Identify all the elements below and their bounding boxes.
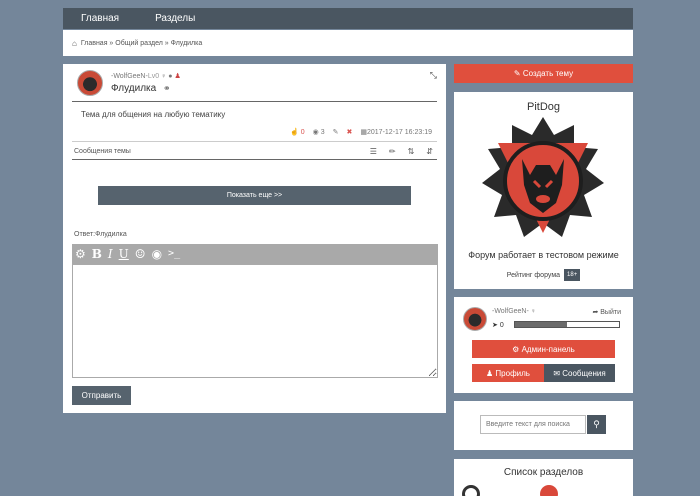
- create-topic-button[interactable]: ✎ Создать тему: [454, 64, 633, 83]
- user-stat: ➤ 0: [492, 321, 504, 329]
- divider: [72, 141, 437, 142]
- experience-bar-fill: [515, 322, 567, 327]
- list-icon[interactable]: ☰: [370, 147, 377, 156]
- messages-button[interactable]: ✉ Сообщения: [544, 364, 615, 382]
- profile-label: Профиль: [495, 368, 530, 378]
- settings-icon[interactable]: ⚙: [75, 248, 86, 260]
- expand-icon[interactable]: ⤡: [430, 70, 437, 81]
- like-count: 0: [300, 129, 305, 136]
- edit-icon[interactable]: ✎: [333, 128, 339, 136]
- forum-rating: Рейтинг форума 18+: [454, 269, 633, 281]
- like-counter[interactable]: ☝ 0: [290, 128, 305, 136]
- user-panel: -WolfGeeN- ♀ ➦ Выйти ➤ 0 ⚙ Админ-панель …: [454, 297, 633, 393]
- user-stat-value: 0: [499, 322, 504, 329]
- experience-bar: [514, 321, 620, 328]
- lock-icon: ●: [168, 73, 173, 80]
- pencil-icon[interactable]: ✏: [389, 147, 396, 156]
- edit-icon: ✎: [513, 69, 523, 78]
- reply-label: Ответ:Флудилка: [74, 231, 127, 238]
- search-icon: ⚲: [593, 419, 600, 429]
- create-topic-label: Создать тему: [522, 69, 574, 78]
- sort-asc-icon[interactable]: ⇅: [408, 147, 415, 156]
- eye-icon: ◉: [312, 129, 319, 136]
- pitdog-logo: [482, 117, 604, 237]
- pitdog-section-icon[interactable]: [540, 485, 558, 496]
- search-panel: ⚲: [454, 401, 633, 450]
- envelope-icon: ✉: [553, 368, 563, 378]
- gender-icon: ♀: [530, 308, 537, 315]
- delete-icon[interactable]: ✖: [347, 128, 353, 136]
- divider: [72, 159, 437, 160]
- user-name[interactable]: -WolfGeeN-: [492, 308, 529, 315]
- nav-home[interactable]: Главная: [81, 13, 119, 24]
- admin-panel-label: Админ-панель: [521, 344, 575, 354]
- camera-icon[interactable]: ◉: [152, 248, 162, 260]
- view-counter: ◉ 3: [313, 128, 325, 136]
- post-date: ▦2017-12-17 16:23:19: [360, 128, 432, 136]
- home-icon[interactable]: ⌂: [72, 39, 77, 48]
- like-icon: ☝: [290, 129, 299, 136]
- show-more-button[interactable]: Показать еще >>: [98, 186, 411, 205]
- date-text: 2017-12-17 16:23:19: [367, 129, 432, 136]
- messages-tools: ☰ ✏ ⇅ ⇵: [370, 147, 437, 156]
- user-section-icon[interactable]: [462, 485, 480, 496]
- author-avatar[interactable]: [77, 70, 103, 96]
- sort-desc-icon[interactable]: ⇵: [426, 147, 433, 156]
- logout-label: Выйти: [600, 309, 621, 316]
- sections-panel: Список разделов: [454, 459, 633, 496]
- smile-icon[interactable]: ☺: [135, 248, 146, 260]
- editor-toolbar: ⚙ B I U ☺ ◉ >_: [72, 244, 438, 264]
- breadcrumb-text[interactable]: Главная » Общий раздел » Флудилка: [81, 40, 202, 47]
- topic-panel: -WolfGeeN-Lv0 ♀ ● ♟ Флудилка ⚭ ⤡ Тема дл…: [63, 64, 446, 413]
- post-header: -WolfGeeN-Lv0 ♀ ● ♟ Флудилка ⚭ ⤡: [77, 70, 437, 102]
- brand-panel: PitDog Форум работает в тестовом режиме …: [454, 92, 633, 289]
- top-navigation: Главная Разделы: [63, 8, 633, 29]
- messages-label: Сообщения: [562, 368, 606, 378]
- gear-icon: ⚙: [512, 344, 522, 354]
- user-icon: ♟: [174, 73, 181, 80]
- search-button[interactable]: ⚲: [587, 415, 606, 434]
- rocket-icon: ➤: [492, 322, 500, 329]
- italic-icon[interactable]: I: [108, 248, 113, 260]
- gender-icon: ♀: [161, 73, 167, 80]
- sections-title: Список разделов: [503, 467, 584, 478]
- messages-label: Сообщения темы: [74, 147, 131, 155]
- search-input[interactable]: [480, 415, 586, 434]
- user-icon: ♟: [486, 368, 496, 378]
- calendar-icon: ▦: [360, 129, 367, 136]
- messages-bar: Сообщения темы ☰ ✏ ⇅ ⇵: [72, 144, 437, 158]
- divider: [72, 101, 437, 102]
- topic-description: Тема для общения на любую тематику: [81, 110, 226, 119]
- author-name[interactable]: -WolfGeeN-: [111, 73, 148, 80]
- age-badge: 18+: [564, 269, 581, 281]
- nav-sections[interactable]: Разделы: [155, 13, 195, 24]
- post-meta: ☝ 0 ◉ 3 ✎ ✖ ▦2017-12-17 16:23:19: [290, 128, 432, 136]
- topic-title: Флудилка: [111, 83, 157, 94]
- code-icon[interactable]: >_: [168, 249, 180, 259]
- rating-label: Рейтинг форума: [506, 271, 561, 279]
- brand-description: Форум работает в тестовом режиме: [468, 250, 619, 260]
- brand-name: PitDog: [526, 101, 561, 113]
- admin-panel-button[interactable]: ⚙ Админ-панель: [472, 340, 615, 358]
- author-level: Lv0: [147, 73, 160, 80]
- user-name-line: -WolfGeeN- ♀: [492, 308, 536, 315]
- underline-icon[interactable]: U: [119, 248, 129, 260]
- breadcrumb: ⌂ Главная » Общий раздел » Флудилка: [63, 30, 633, 56]
- logout-link[interactable]: ➦ Выйти: [592, 308, 621, 316]
- bold-icon[interactable]: B: [92, 248, 102, 260]
- user-avatar[interactable]: [463, 307, 487, 331]
- tag-icon[interactable]: ⚭: [163, 83, 171, 94]
- profile-button[interactable]: ♟ Профиль: [472, 364, 544, 382]
- send-button[interactable]: Отправить: [72, 386, 131, 405]
- reply-textarea[interactable]: [72, 264, 438, 378]
- author-line: -WolfGeeN-Lv0 ♀ ● ♟: [111, 72, 181, 80]
- view-count: 3: [320, 129, 325, 136]
